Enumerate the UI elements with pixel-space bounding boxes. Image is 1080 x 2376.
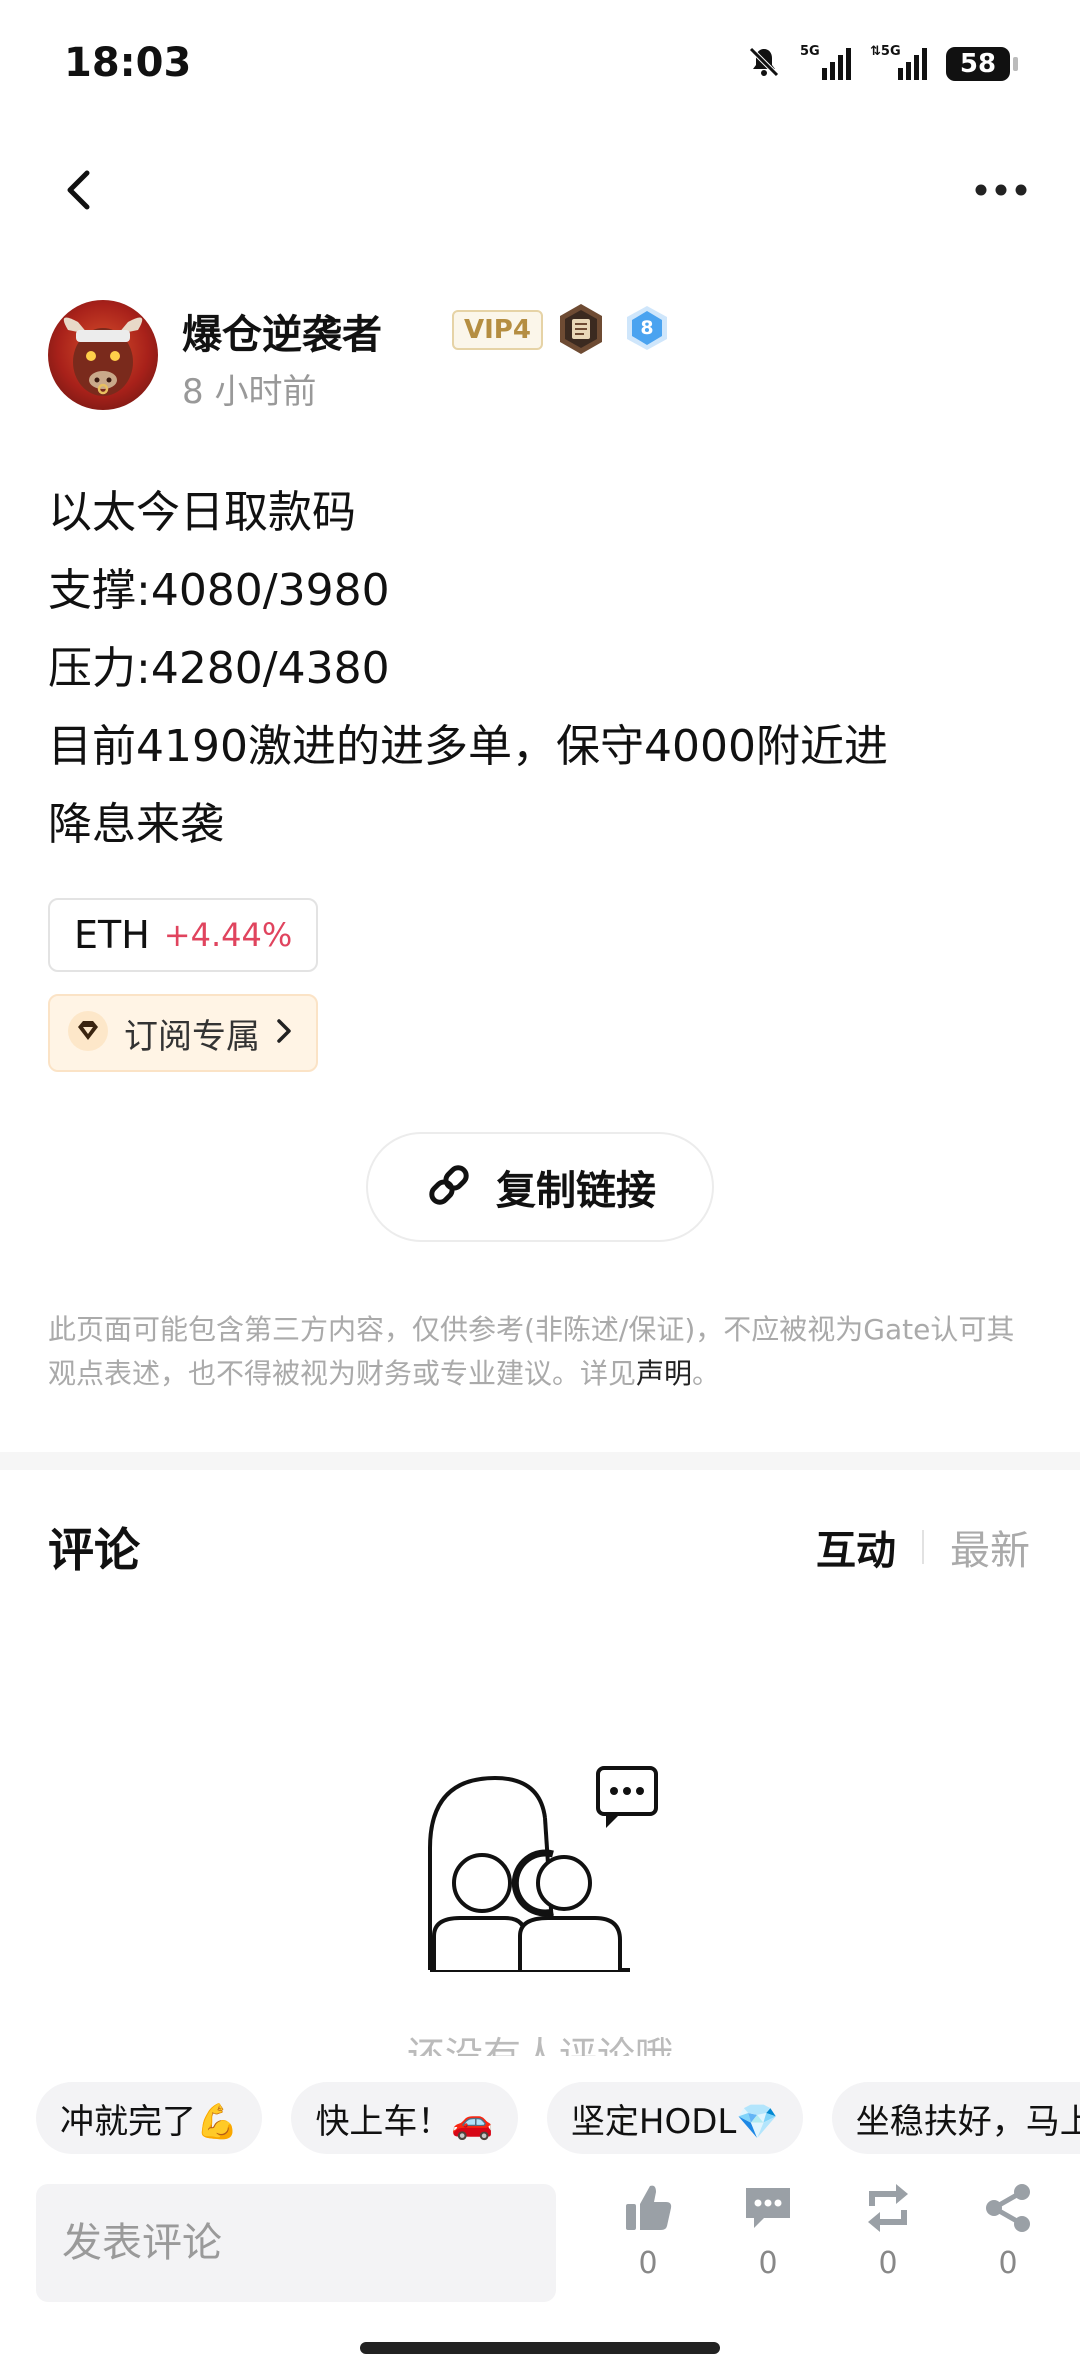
bell-off-icon (746, 44, 782, 84)
post-line: 以太今日取款码 (48, 487, 356, 538)
disclaimer-link[interactable]: 声明 (636, 1357, 692, 1390)
repost-button[interactable]: 0 (848, 2180, 928, 2310)
disclaimer-text: 此页面可能包含第三方内容，仅供参考(非陈述/保证)，不应被视为Gate认可其观点… (48, 1313, 1015, 1390)
disclaimer-end: 。 (692, 1357, 721, 1390)
author-header: 爆仓逆袭者 VIP4 8 8 小时前 (48, 300, 1048, 420)
medal-badge-icon (556, 302, 606, 360)
like-button[interactable]: 0 (608, 2180, 688, 2310)
copy-link-label: 复制链接 (496, 1168, 656, 1214)
empty-comments-text: 还没有人评论哦 (406, 2034, 673, 2056)
author-name[interactable]: 爆仓逆袭者 (182, 302, 382, 360)
chevron-right-icon (274, 1016, 294, 1050)
section-divider (0, 1452, 1080, 1470)
share-button[interactable]: 0 (968, 2180, 1048, 2310)
level-number: 8 (640, 317, 653, 339)
post-content: 以太今日取款码 支撑:4080/3980 压力:4280/4380 目前4190… (48, 474, 1008, 864)
disclaimer: 此页面可能包含第三方内容，仅供参考(非陈述/保证)，不应被视为Gate认可其观点… (48, 1308, 1032, 1396)
signal-5g-icon: 5G (800, 42, 852, 86)
link-icon (424, 1160, 474, 1214)
quick-reply-chip[interactable]: 冲就完了💪 (36, 2082, 263, 2154)
tab-separator (922, 1530, 924, 1564)
signal-5g-icon: ⇅5G (870, 42, 928, 86)
post-line: 目前4190激进的进多单，保守4000附近进 (48, 721, 888, 772)
back-button[interactable] (48, 160, 108, 220)
copy-link-button[interactable]: 复制链接 (366, 1132, 714, 1242)
tab-latest[interactable]: 最新 (950, 1518, 1030, 1576)
token-tag[interactable]: ETH +4.44% (48, 898, 319, 972)
vip-badge: VIP4 (452, 310, 543, 350)
comment-count: 0 (758, 2246, 778, 2281)
post-time: 8 小时前 (182, 372, 317, 412)
avatar[interactable] (48, 300, 158, 410)
post-line: 压力:4280/4380 (48, 643, 390, 694)
battery-icon: 58 (946, 47, 1018, 81)
svg-text:5G: 5G (800, 44, 820, 59)
share-count: 0 (998, 2246, 1018, 2281)
status-time: 18:03 (64, 40, 192, 86)
chevron-left-icon (67, 170, 90, 210)
empty-comments-illustration-icon (420, 1758, 660, 1992)
like-count: 0 (638, 2246, 658, 2281)
share-icon (986, 2184, 1030, 2232)
status-icons: 5G ⇅5G 58 (746, 42, 1018, 86)
diamond-icon (66, 1009, 110, 1057)
level-badge: 8 (624, 304, 670, 356)
subscription-label: 订阅专属 (124, 1016, 260, 1057)
more-horizontal-icon (975, 184, 1027, 196)
post-line: 降息来袭 (48, 799, 224, 850)
quick-replies: 冲就完了💪 快上车！🚗 坚定HODL💎 坐稳扶好，马上起飞 (36, 2082, 1080, 2154)
comment-input[interactable] (36, 2184, 556, 2302)
comment-icon (746, 2188, 790, 2228)
quick-reply-chip[interactable]: 坐稳扶好，马上起飞 (831, 2082, 1080, 2154)
home-indicator[interactable] (360, 2342, 720, 2354)
subscription-tag[interactable]: 订阅专属 (48, 994, 318, 1072)
more-button[interactable] (966, 160, 1036, 220)
status-bar: 18:03 5G ⇅5G 58 (0, 0, 1080, 130)
repost-count: 0 (878, 2246, 898, 2281)
comments-title: 评论 (48, 1523, 140, 1577)
token-change: +4.44% (163, 916, 293, 954)
quick-reply-chip[interactable]: 坚定HODL💎 (546, 2082, 803, 2154)
svg-text:⇅5G: ⇅5G (870, 44, 901, 59)
thumbs-up-icon (626, 2185, 672, 2230)
token-name: ETH (74, 913, 150, 957)
tab-interactive[interactable]: 互动 (816, 1518, 896, 1576)
post-line: 支撑:4080/3980 (48, 565, 390, 616)
comment-sort-tabs: 互动 最新 (816, 1518, 1030, 1576)
comment-button[interactable]: 0 (728, 2180, 808, 2310)
bottom-action-bar: 0 0 0 0 (0, 2180, 1080, 2320)
nav-bar (0, 150, 1080, 230)
repost-icon (868, 2184, 908, 2232)
quick-reply-chip[interactable]: 快上车！🚗 (291, 2082, 518, 2154)
